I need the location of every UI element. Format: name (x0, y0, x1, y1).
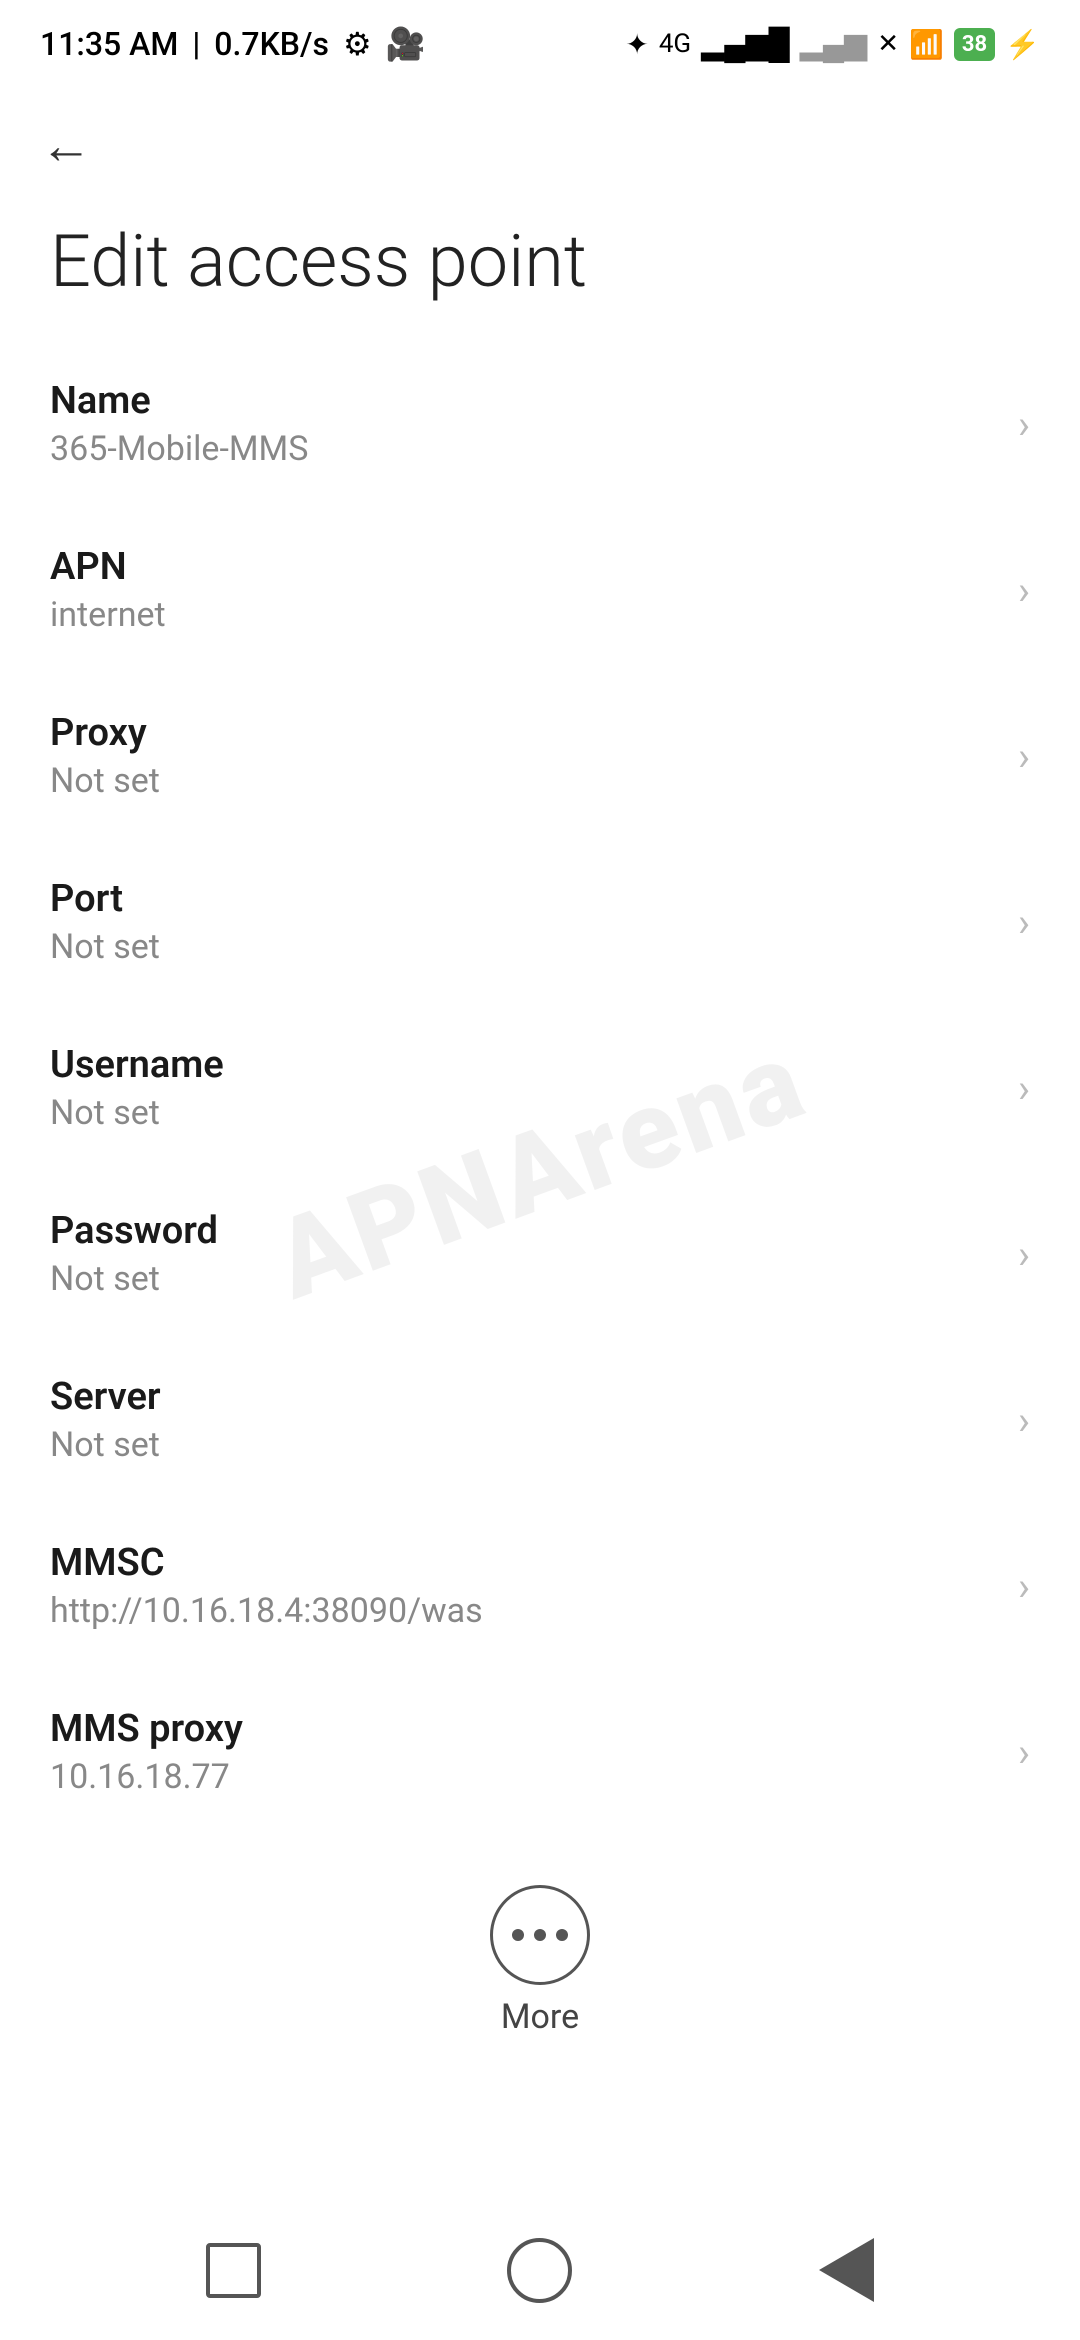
signal-bars2-icon: ▂▄▆ (800, 27, 867, 62)
status-left: 11:35 AM | 0.7KB/s ⚙ 🎥 (40, 25, 425, 63)
back-icon (819, 2238, 874, 2302)
settings-item-username[interactable]: Username Not set › (0, 1005, 1080, 1171)
settings-label-7: MMSC (50, 1541, 998, 1585)
settings-item-content-0: Name 365-Mobile-MMS (50, 379, 998, 469)
camera-icon: 🎥 (386, 25, 426, 63)
settings-item-content-2: Proxy Not set (50, 711, 998, 801)
navigation-bar (0, 2200, 1080, 2340)
nav-home-button[interactable] (480, 2230, 600, 2310)
status-speed: 0.7KB/s (214, 25, 329, 63)
chevron-right-icon-8: › (1018, 1729, 1030, 1776)
recents-icon (206, 2243, 261, 2298)
settings-value-3: Not set (50, 927, 998, 967)
settings-value-4: Not set (50, 1093, 998, 1133)
more-dots (512, 1929, 568, 1941)
battery-indicator: 38 (954, 28, 995, 61)
settings-item-content-1: APN internet (50, 545, 998, 635)
page-title: Edit access point (0, 192, 1080, 341)
settings-item-content-8: MMS proxy 10.16.18.77 (50, 1707, 998, 1797)
settings-value-7: http://10.16.18.4:38090/was (50, 1591, 998, 1631)
back-button[interactable]: ← (30, 110, 102, 182)
settings-label-3: Port (50, 877, 998, 921)
settings-item-mmsc[interactable]: MMSC http://10.16.18.4:38090/was › (0, 1503, 1080, 1669)
settings-item-content-3: Port Not set (50, 877, 998, 967)
status-separator: | (192, 25, 200, 63)
settings-item-proxy[interactable]: Proxy Not set › (0, 673, 1080, 839)
chevron-right-icon-1: › (1018, 567, 1030, 614)
more-button[interactable] (490, 1885, 590, 1985)
settings-item-mms-proxy[interactable]: MMS proxy 10.16.18.77 › (0, 1669, 1080, 1835)
dot1 (512, 1929, 524, 1941)
settings-value-0: 365-Mobile-MMS (50, 429, 998, 469)
signal-x-icon: ✕ (877, 29, 899, 59)
settings-item-apn[interactable]: APN internet › (0, 507, 1080, 673)
settings-item-password[interactable]: Password Not set › (0, 1171, 1080, 1337)
status-bar: 11:35 AM | 0.7KB/s ⚙ 🎥 ✦ 4G ▂▄▆█ ▂▄▆ ✕ 📶… (0, 0, 1080, 80)
toolbar: ← (0, 80, 1080, 192)
settings-item-server[interactable]: Server Not set › (0, 1337, 1080, 1503)
chevron-right-icon-2: › (1018, 733, 1030, 780)
settings-item-content-6: Server Not set (50, 1375, 998, 1465)
settings-label-0: Name (50, 379, 998, 423)
signal-bars-icon: ▂▄▆█ (701, 27, 790, 62)
settings-item-name[interactable]: Name 365-Mobile-MMS › (0, 341, 1080, 507)
settings-value-8: 10.16.18.77 (50, 1757, 998, 1797)
settings-icon: ⚙ (343, 25, 372, 63)
settings-item-port[interactable]: Port Not set › (0, 839, 1080, 1005)
status-right: ✦ 4G ▂▄▆█ ▂▄▆ ✕ 📶 38 ⚡ (625, 27, 1040, 62)
settings-list: Name 365-Mobile-MMS › APN internet › Pro… (0, 341, 1080, 1835)
nav-back-button[interactable] (787, 2230, 907, 2310)
settings-value-6: Not set (50, 1425, 998, 1465)
settings-item-content-4: Username Not set (50, 1043, 998, 1133)
settings-label-1: APN (50, 545, 998, 589)
settings-value-5: Not set (50, 1259, 998, 1299)
more-label: More (501, 1997, 579, 2037)
settings-label-4: Username (50, 1043, 998, 1087)
chevron-right-icon-0: › (1018, 401, 1030, 448)
settings-label-2: Proxy (50, 711, 998, 755)
chevron-right-icon-5: › (1018, 1231, 1030, 1278)
battery-level: 38 (962, 32, 987, 57)
status-time: 11:35 AM (40, 25, 178, 63)
settings-label-5: Password (50, 1209, 998, 1253)
wifi-icon: 📶 (909, 28, 944, 61)
chevron-right-icon-3: › (1018, 899, 1030, 946)
dot2 (534, 1929, 546, 1941)
settings-item-content-5: Password Not set (50, 1209, 998, 1299)
settings-item-content-7: MMSC http://10.16.18.4:38090/was (50, 1541, 998, 1631)
settings-value-1: internet (50, 595, 998, 635)
chevron-right-icon-6: › (1018, 1397, 1030, 1444)
settings-value-2: Not set (50, 761, 998, 801)
bluetooth-icon: ✦ (625, 28, 648, 61)
more-section: More (0, 1835, 1080, 2067)
settings-label-8: MMS proxy (50, 1707, 998, 1751)
settings-label-6: Server (50, 1375, 998, 1419)
dot3 (556, 1929, 568, 1941)
chevron-right-icon-7: › (1018, 1563, 1030, 1610)
nav-recents-button[interactable] (173, 2230, 293, 2310)
charging-icon: ⚡ (1005, 28, 1040, 61)
home-icon (507, 2238, 572, 2303)
chevron-right-icon-4: › (1018, 1065, 1030, 1112)
signal-4g-icon: 4G (659, 29, 691, 59)
back-arrow-icon: ← (40, 117, 92, 175)
